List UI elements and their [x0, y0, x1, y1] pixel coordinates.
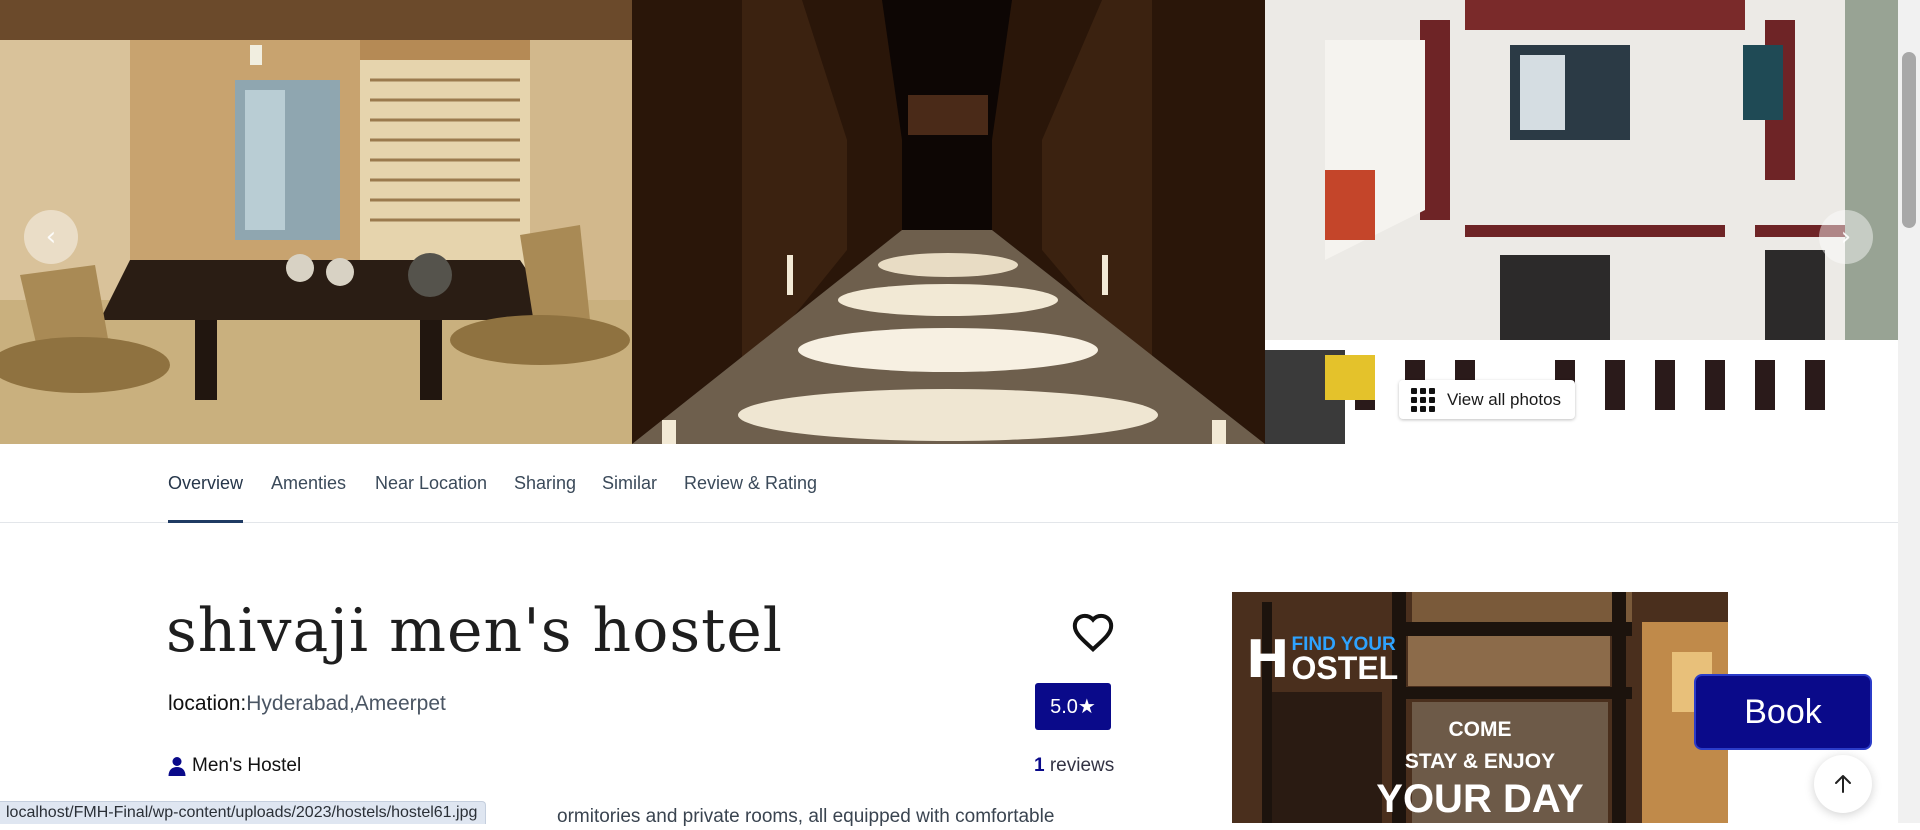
gallery-next-button[interactable]: › — [1819, 210, 1873, 264]
heart-icon — [1072, 613, 1114, 653]
photo-gallery: ‹ › View all photos — [0, 0, 1898, 444]
hostel-location: location:Hyderabad,Ameerpet — [168, 692, 446, 716]
tab-amenties[interactable]: Amenties — [271, 444, 346, 522]
logo-h: H — [1246, 630, 1290, 690]
gallery-prev-button[interactable]: ‹ — [24, 210, 78, 264]
chevron-left-icon: ‹ — [45, 222, 57, 252]
tab-sharing[interactable]: Sharing — [514, 444, 576, 522]
reviews-link[interactable]: 1 reviews — [1034, 755, 1114, 777]
tab-review-rating[interactable]: Review & Rating — [684, 444, 817, 522]
location-value: Hyderabad,Ameerpet — [246, 692, 446, 715]
hostel-type: Men's Hostel — [168, 755, 301, 777]
review-label: reviews — [1044, 755, 1115, 776]
promo-banner[interactable]: H FIND YOUR OSTEL COME STAY & ENJOY YOUR… — [1232, 592, 1728, 823]
view-all-photos-button[interactable]: View all photos — [1399, 380, 1575, 419]
promo-line-2: STAY & ENJOY — [1404, 750, 1556, 773]
rating-badge: 5.0★ — [1035, 683, 1111, 730]
promo-line-3: YOUR DAY — [1376, 777, 1584, 821]
promo-line-1: COME — [1448, 718, 1512, 741]
tab-near-location[interactable]: Near Location — [375, 444, 487, 522]
user-icon — [168, 757, 186, 776]
favorite-button[interactable] — [1071, 612, 1115, 653]
logo-ostel: OSTEL — [1291, 650, 1399, 686]
hostel-type-label: Men's Hostel — [192, 755, 302, 776]
book-button[interactable]: Book — [1694, 674, 1872, 750]
status-bar-url: localhost/FMH-Final/wp-content/uploads/2… — [0, 801, 487, 824]
hallway-photo[interactable] — [632, 0, 1265, 444]
tab-overview[interactable]: Overview — [168, 444, 244, 523]
grid-icon — [1411, 387, 1435, 412]
hostel-building-photo[interactable] — [1265, 0, 1898, 444]
description-text: ormitories and private rooms, all equipp… — [557, 806, 1055, 827]
scroll-to-top-button[interactable] — [1814, 755, 1872, 813]
tatami-room-photo[interactable] — [0, 0, 632, 444]
hostel-name: shivaji men's hostel — [166, 596, 783, 666]
view-all-photos-label: View all photos — [1447, 389, 1562, 409]
chevron-right-icon: › — [1840, 222, 1852, 252]
arrow-up-icon — [1835, 775, 1851, 793]
section-tabs: Overview Amenties Near Location Sharing … — [0, 444, 1898, 523]
location-label: location: — [168, 692, 247, 715]
review-count: 1 — [1034, 755, 1045, 776]
find-your-hostel-logo: H FIND YOUR OSTEL — [1246, 634, 1398, 686]
tab-similar[interactable]: Similar — [602, 444, 657, 522]
scrollbar-thumb[interactable] — [1902, 52, 1916, 228]
